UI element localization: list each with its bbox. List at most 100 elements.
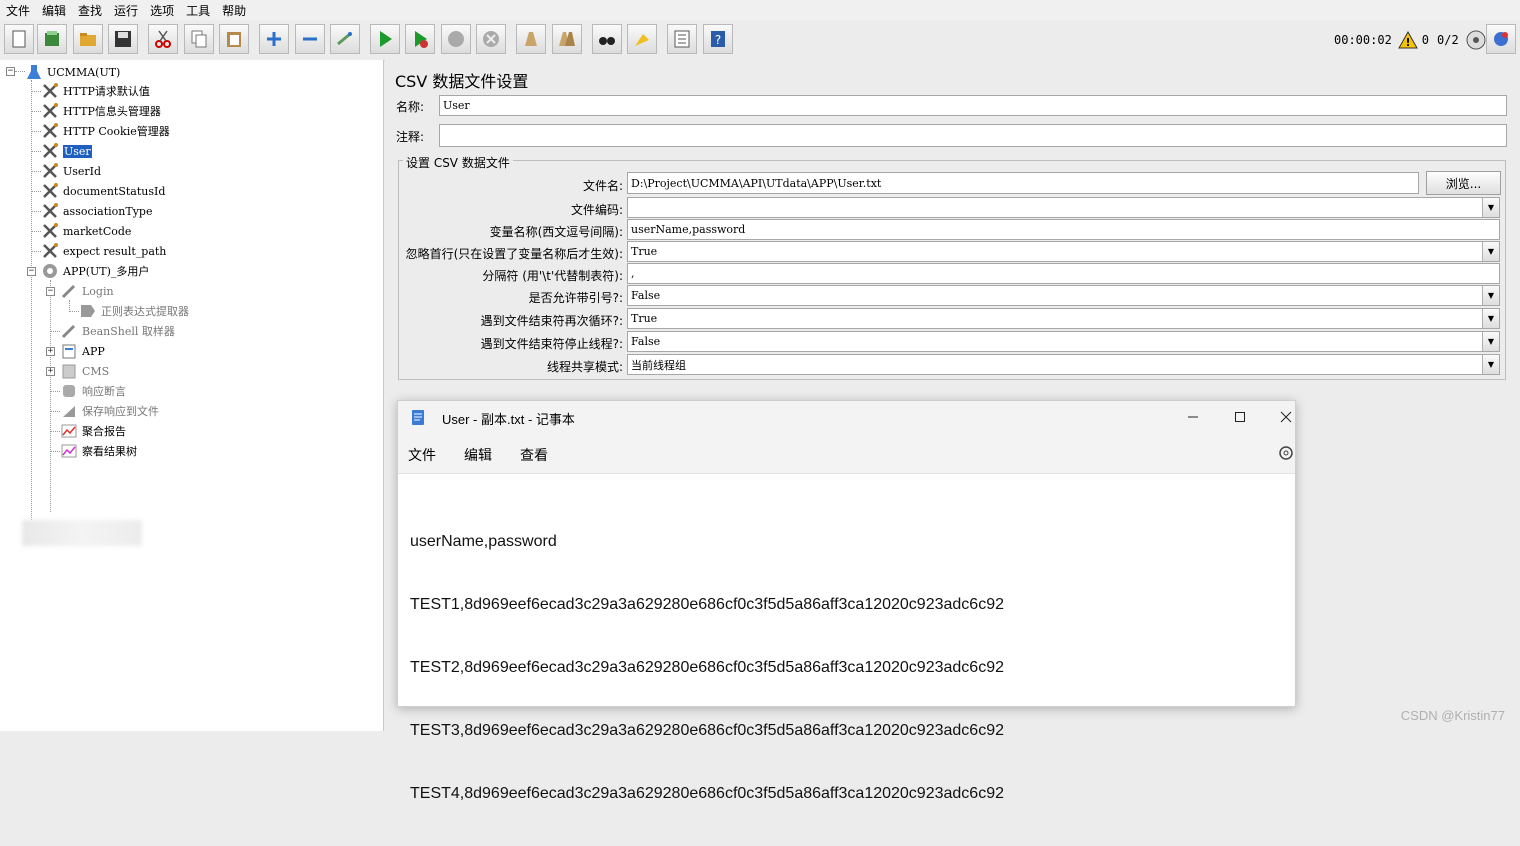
- close-button[interactable]: [1271, 405, 1301, 429]
- wrench-icon: [41, 102, 59, 120]
- notepad-title: User - 副本.txt - 记事本: [442, 412, 575, 427]
- collapse-toggle-login[interactable]: −: [46, 287, 55, 296]
- minimize-button[interactable]: [1178, 405, 1208, 429]
- elapsed-timer: 00:00:02: [1334, 33, 1392, 47]
- minimize-icon: [1188, 416, 1198, 418]
- clear-all-button[interactable]: [552, 24, 582, 54]
- search-button[interactable]: [592, 24, 622, 54]
- browse-button[interactable]: 浏览...: [1426, 171, 1501, 195]
- toggle-button[interactable]: [330, 24, 360, 54]
- tree-item-cms[interactable]: CMS: [60, 362, 109, 380]
- sharing-mode-value: 当前线程组: [631, 358, 686, 372]
- expand-icon: [267, 32, 281, 46]
- templates-button[interactable]: [37, 24, 67, 54]
- tree-item-response-assertion[interactable]: 响应断言: [60, 382, 126, 400]
- notepad-menu-view[interactable]: 查看: [520, 445, 548, 465]
- warning-icon[interactable]: !: [1397, 30, 1418, 50]
- warning-count: 0: [1421, 33, 1430, 47]
- panel-title: CSV 数据文件设置: [395, 72, 529, 91]
- tree-item-results-tree[interactable]: 察看结果树: [60, 442, 137, 460]
- sharing-mode-combo[interactable]: 当前线程组 ▼: [627, 354, 1500, 375]
- comment-field[interactable]: [439, 124, 1507, 147]
- menu-help[interactable]: 帮助: [216, 2, 252, 19]
- chevron-down-icon[interactable]: ▼: [1482, 198, 1499, 217]
- tree-item-cookie-manager[interactable]: HTTP Cookie管理器: [41, 122, 170, 140]
- log-viewer-button[interactable]: [1486, 24, 1516, 54]
- expand-toggle-cms[interactable]: +: [46, 367, 55, 376]
- tree-root[interactable]: UCMMA(UT): [25, 63, 120, 81]
- filename-field[interactable]: D:\Project\UCMMA\API\UTdata\APP\User.txt: [627, 172, 1419, 194]
- function-helper-button[interactable]: [667, 24, 697, 54]
- chevron-down-icon[interactable]: ▼: [1482, 332, 1499, 351]
- chevron-down-icon[interactable]: ▼: [1482, 355, 1499, 374]
- collapse-button[interactable]: [295, 24, 325, 54]
- tree-item-app[interactable]: APP: [60, 342, 105, 360]
- recycle-eof-combo[interactable]: True ▼: [627, 308, 1500, 329]
- delimiter-field[interactable]: ,: [627, 263, 1500, 284]
- paste-button[interactable]: [219, 24, 249, 54]
- tree-item-userid[interactable]: UserId: [41, 162, 101, 180]
- tree-item-market-code[interactable]: marketCode: [41, 222, 131, 240]
- remote-icon[interactable]: [1465, 29, 1487, 51]
- notepad-menu-edit[interactable]: 编辑: [464, 445, 492, 465]
- allow-quoted-combo[interactable]: False ▼: [627, 285, 1500, 306]
- open-button[interactable]: [73, 24, 103, 54]
- tree-item-save-responses[interactable]: 保存响应到文件: [60, 402, 159, 420]
- chevron-down-icon[interactable]: ▼: [1482, 309, 1499, 328]
- controller-icon: [60, 362, 78, 380]
- cut-button[interactable]: [148, 24, 178, 54]
- menu-file[interactable]: 文件: [0, 2, 36, 19]
- chevron-down-icon[interactable]: ▼: [1482, 242, 1499, 261]
- menu-edit[interactable]: 编辑: [36, 2, 72, 19]
- help-button[interactable]: ?: [703, 24, 733, 54]
- wrench-icon: [41, 162, 59, 180]
- name-field[interactable]: User: [439, 95, 1507, 116]
- tree-item-document-status-id[interactable]: documentStatusId: [41, 182, 165, 200]
- shutdown-button[interactable]: [476, 24, 506, 54]
- maximize-icon: [1235, 412, 1245, 422]
- menu-run[interactable]: 运行: [108, 2, 144, 19]
- notepad-text-area[interactable]: userName,password TEST1,8d969eef6ecad3c2…: [410, 489, 1004, 846]
- settings-gear-icon[interactable]: [1278, 445, 1294, 461]
- menu-tools[interactable]: 工具: [180, 2, 216, 19]
- save-button[interactable]: [108, 24, 138, 54]
- collapse-toggle-thread-group[interactable]: −: [27, 267, 36, 276]
- tree-item-regex-extractor[interactable]: 正则表达式提取器: [79, 302, 189, 320]
- chevron-down-icon[interactable]: ▼: [1482, 286, 1499, 305]
- tree-item-expect-result-path[interactable]: expect result_path: [41, 242, 166, 260]
- notepad-menu-file[interactable]: 文件: [408, 445, 436, 465]
- collapse-toggle-root[interactable]: −: [6, 67, 15, 76]
- menu-bar: 文件 编辑 查找 运行 选项 工具 帮助: [0, 0, 1520, 20]
- tree-item-http-defaults[interactable]: HTTP请求默认值: [41, 82, 150, 100]
- start-no-pause-button[interactable]: [405, 24, 435, 54]
- expand-toggle-app[interactable]: +: [46, 347, 55, 356]
- tree-item-beanshell-sampler[interactable]: BeanShell 取样器: [60, 322, 175, 340]
- reset-search-button[interactable]: [627, 24, 657, 54]
- expand-button[interactable]: [259, 24, 289, 54]
- encoding-combo[interactable]: ▼: [627, 197, 1500, 218]
- copy-button[interactable]: [184, 24, 214, 54]
- menu-options[interactable]: 选项: [144, 2, 180, 19]
- start-no-pause-icon: [415, 31, 428, 48]
- tree-item-thread-group[interactable]: APP(UT)_多用户: [41, 262, 149, 280]
- tree-item-association-type[interactable]: associationType: [41, 202, 152, 220]
- ignore-first-line-combo[interactable]: True ▼: [627, 241, 1500, 262]
- tree-item-user[interactable]: User: [41, 142, 92, 160]
- wrench-icon: [41, 142, 59, 160]
- stop-icon: [448, 31, 464, 47]
- delimiter-label: 分隔符 (用'\t'代替制表符):: [482, 269, 623, 283]
- tree-item-login[interactable]: Login: [60, 282, 114, 300]
- templates-icon: [45, 31, 59, 46]
- collapse-icon: [303, 37, 317, 41]
- menu-search[interactable]: 查找: [72, 2, 108, 19]
- stop-button[interactable]: [441, 24, 471, 54]
- start-button[interactable]: [370, 24, 400, 54]
- new-button[interactable]: [4, 24, 34, 54]
- stop-thread-eof-combo[interactable]: False ▼: [627, 331, 1500, 352]
- tree-item-header-manager[interactable]: HTTP信息头管理器: [41, 102, 161, 120]
- clear-button[interactable]: [516, 24, 546, 54]
- variable-names-field[interactable]: userName,password: [627, 219, 1500, 240]
- maximize-button[interactable]: [1225, 405, 1255, 429]
- tree-item-aggregate-report[interactable]: 聚合报告: [60, 422, 126, 440]
- watermark: CSDN @Kristin77: [1400, 708, 1505, 723]
